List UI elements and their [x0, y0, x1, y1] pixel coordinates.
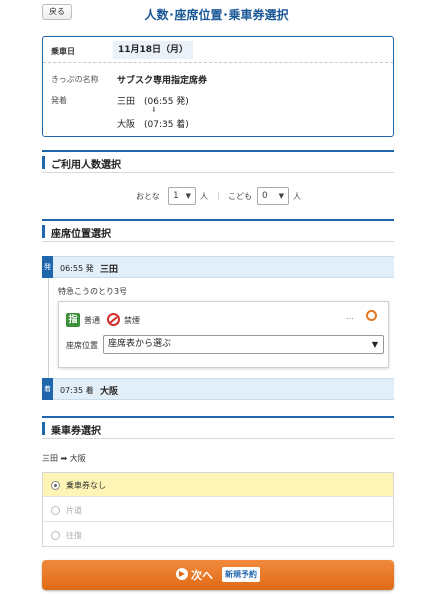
ticket-section-title: 乗車券選択 — [51, 426, 101, 437]
next-label: 次へ — [191, 569, 213, 582]
option-round-trip[interactable]: 往復 — [43, 523, 393, 547]
departure-station: 三田 — [100, 265, 119, 275]
arrow-right-icon: ▶ — [176, 568, 188, 580]
section-divider — [42, 150, 394, 152]
arrival-time: 07:35 着 — [60, 386, 94, 395]
no-smoking-icon — [107, 313, 120, 326]
people-separator: | — [217, 191, 220, 200]
chevron-down-icon: ▼ — [371, 340, 378, 349]
section-marker — [42, 422, 45, 435]
radio-selected-icon — [51, 481, 60, 490]
seat-position-select[interactable]: 座席表から選ぶ ▼ — [103, 335, 384, 354]
option-no-ticket[interactable]: 乗車券なし — [43, 473, 393, 497]
seat-section-header: 座席位置選択 — [42, 222, 394, 242]
timeline-line — [48, 278, 49, 378]
ticket-name-label: きっぷの名称 — [51, 75, 99, 84]
arrival-station: 大阪 — [100, 387, 119, 397]
availability-circle-icon — [366, 310, 377, 321]
seat-card: 指 普通 禁煙 … 座席位置 座席表から選ぶ ▼ — [58, 301, 389, 368]
section-divider — [42, 416, 394, 418]
date-value: 11月18日（月） — [113, 41, 194, 59]
child-count-value: 0 — [262, 191, 268, 201]
train-name: 特急こうのとり3号 — [58, 287, 128, 296]
people-section-header: ご利用人数選択 — [42, 153, 394, 173]
radio-icon — [51, 531, 60, 540]
child-label: こども — [228, 192, 252, 201]
car-type: 普通 — [84, 316, 100, 325]
arrival-station-bar: 着 07:35 着 大阪 — [42, 378, 394, 400]
radio-icon — [51, 506, 60, 515]
page-title: 人数･座席位置･乗車券選択 — [144, 8, 289, 22]
departure-time: 06:55 発 — [60, 264, 94, 273]
chevron-down-icon: ▼ — [185, 192, 191, 200]
option-label: 往復 — [66, 531, 82, 540]
trip-info-box: 乗車日 11月18日（月） きっぷの名称 サブスク専用指定席券 発着 三田 (0… — [42, 36, 394, 137]
chevron-down-icon: ▼ — [278, 192, 284, 200]
seat-section-title: 座席位置選択 — [51, 229, 111, 240]
seat-position-label: 座席位置 — [66, 341, 98, 350]
seat-position-value: 座席表から選ぶ — [108, 339, 172, 349]
smoking-status: 禁煙 — [124, 316, 140, 325]
ticket-name-value: サブスク専用指定席券 — [117, 76, 208, 86]
reserved-seat-icon: 指 — [66, 313, 80, 327]
adult-unit: 人 — [200, 192, 208, 201]
more-dots: … — [346, 312, 354, 321]
adult-count-select[interactable]: 1 ▼ — [168, 187, 196, 205]
option-one-way[interactable]: 片道 — [43, 498, 393, 522]
new-booking-badge: 新規予約 — [222, 567, 260, 582]
arrival-info: 大阪 (07:35 着) — [117, 120, 189, 130]
section-marker — [42, 225, 45, 238]
ticket-options: 乗車券なし 片道 往復 — [42, 472, 394, 547]
next-button[interactable]: ▶ 次へ 新規予約 — [42, 560, 394, 590]
option-label: 乗車券なし — [66, 481, 106, 490]
option-label: 片道 — [66, 506, 82, 515]
date-row: 乗車日 11月18日（月） — [43, 37, 393, 63]
people-section-title: ご利用人数選択 — [51, 160, 121, 171]
route-label: 発着 — [51, 96, 67, 105]
child-unit: 人 — [293, 192, 301, 201]
date-label: 乗車日 — [51, 47, 75, 56]
departure-station-bar: 発 06:55 発 三田 — [42, 256, 394, 278]
section-marker — [42, 156, 45, 169]
arrival-tag: 着 — [42, 378, 53, 400]
header: 戻る 人数･座席位置･乗車券選択 — [0, 0, 433, 30]
ticket-route: 三田 ➡ 大阪 — [42, 454, 86, 463]
people-selector-row: おとな 1 ▼ 人 | こども 0 ▼ 人 — [0, 187, 433, 207]
ticket-section-header: 乗車券選択 — [42, 419, 394, 439]
departure-tag: 発 — [42, 256, 53, 278]
adult-label: おとな — [136, 192, 160, 201]
adult-count-value: 1 — [173, 191, 179, 201]
down-arrow-icon: ⬇ — [151, 106, 157, 114]
child-count-select[interactable]: 0 ▼ — [257, 187, 289, 205]
section-divider — [42, 219, 394, 221]
